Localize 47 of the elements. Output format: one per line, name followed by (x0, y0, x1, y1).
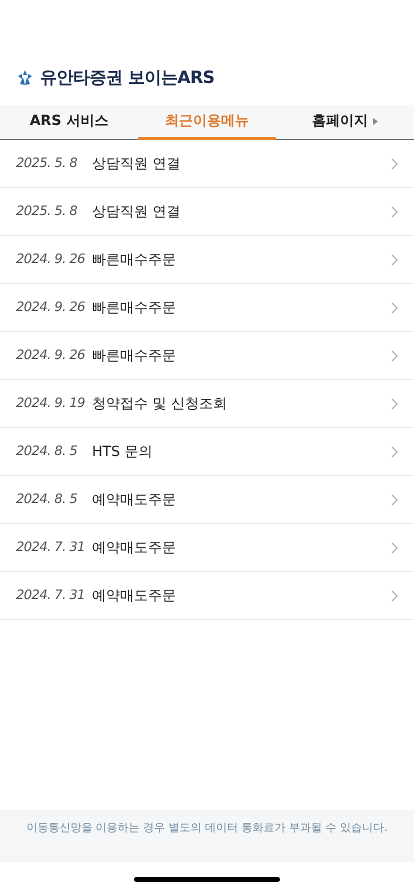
date-text: 2024. 7. 31 (16, 588, 86, 603)
date-text: 2024. 9. 26 (16, 252, 86, 267)
chevron-right-icon (391, 350, 398, 362)
chevron-right-icon (391, 590, 398, 602)
notice-text: 이동통신망을 이용하는 경우 별도의 데이터 통화료가 부과될 수 있습니다. (26, 820, 388, 836)
history-row[interactable]: 2024. 9. 19 청약접수 및 신청조회 (0, 380, 414, 428)
menu-name: 예약매도주문 (92, 586, 177, 604)
chevron-right-icon (391, 158, 398, 170)
date-text: 2025. 5. 8 (16, 204, 78, 219)
chevron-right-icon (391, 494, 398, 506)
menu-name: 상담직원 연결 (92, 202, 182, 220)
menu-name: 예약매도주문 (92, 538, 177, 556)
history-row[interactable]: 2024. 9. 26 빠른매수주문 (0, 284, 414, 332)
history-row[interactable]: 2024. 7. 31 예약매도주문 (0, 572, 414, 620)
menu-name: 상담직원 연결 (92, 154, 182, 172)
menu-name: 예약매도주문 (92, 490, 177, 508)
chevron-right-icon (391, 302, 398, 314)
date-text: 2025. 5. 8 (16, 156, 78, 171)
home-indicator[interactable] (134, 876, 280, 882)
date-text: 2024. 9. 26 (16, 348, 86, 363)
chevron-right-icon (391, 254, 398, 266)
caret-icon (373, 118, 378, 124)
app-title: 유안타증권 보이는ARS (40, 67, 214, 89)
date-text: 2024. 8. 5 (16, 444, 78, 459)
date-text: 2024. 8. 5 (16, 492, 78, 507)
history-row[interactable]: 2024. 9. 26 빠른매수주문 (0, 332, 414, 380)
menu-name: 빠른매수주문 (92, 298, 177, 316)
history-row[interactable]: 2024. 7. 31 예약매도주문 (0, 524, 414, 572)
date-text: 2024. 9. 19 (16, 396, 86, 411)
chevron-right-icon (391, 446, 398, 458)
menu-name: 빠른매수주문 (92, 250, 177, 268)
menu-name: 청약접수 및 신청조회 (92, 394, 228, 412)
menu-name: HTS 문의 (92, 442, 154, 460)
menu-name: 빠른매수주문 (92, 346, 177, 364)
logo-icon (16, 68, 34, 86)
chevron-right-icon (391, 206, 398, 218)
chevron-right-icon (391, 398, 398, 410)
history-row[interactable]: 2024. 9. 26 빠른매수주문 (0, 236, 414, 284)
history-row[interactable]: 2024. 8. 5 예약매도주문 (0, 476, 414, 524)
chevron-right-icon (391, 542, 398, 554)
date-text: 2024. 7. 31 (16, 540, 86, 555)
history-row[interactable]: 2024. 8. 5 HTS 문의 (0, 428, 414, 476)
date-text: 2024. 9. 26 (16, 300, 86, 315)
tab[interactable]: 홈페이지 (276, 105, 414, 140)
tab[interactable]: ARS 서비스 (0, 105, 138, 140)
history-row[interactable]: 2025. 5. 8 상담직원 연결 (0, 188, 414, 236)
history-row[interactable]: 2025. 5. 8 상담직원 연결 (0, 140, 414, 188)
